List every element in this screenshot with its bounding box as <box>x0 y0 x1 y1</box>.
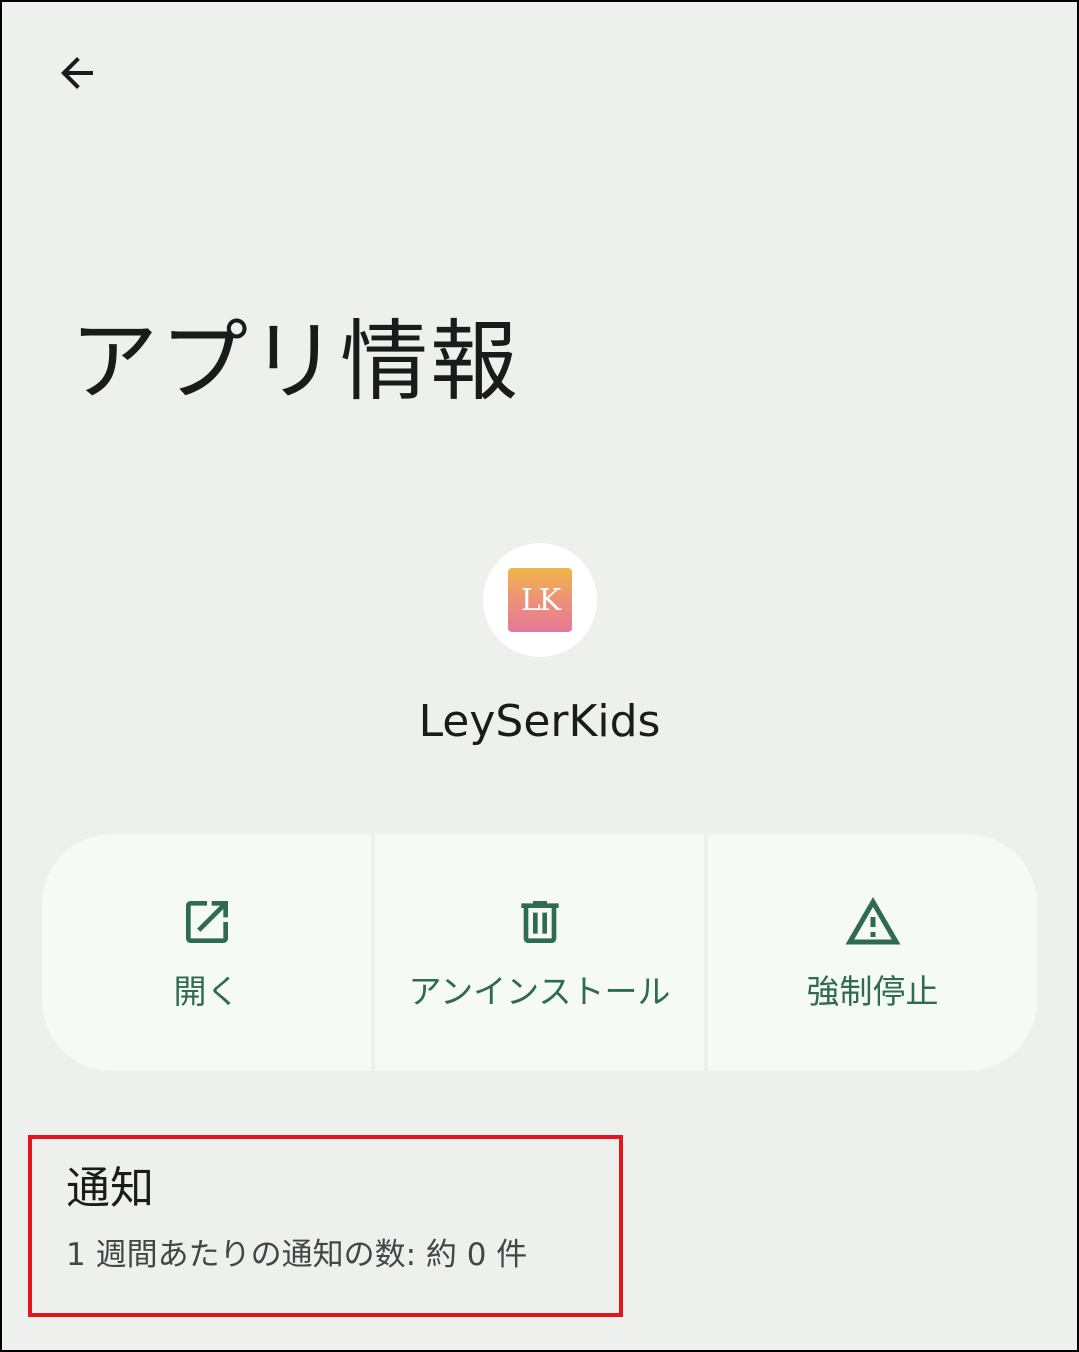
back-button[interactable] <box>42 40 112 110</box>
force-stop-label: 強制停止 <box>806 972 939 1011</box>
warning-icon <box>843 892 903 952</box>
notifications-title: 通知 <box>66 1163 154 1214</box>
page-title: アプリ情報 <box>70 310 521 413</box>
notifications-summary: 1 週間あたりの通知の数: 約 0 件 <box>66 1237 528 1273</box>
app-logo: LK <box>508 568 572 632</box>
uninstall-label: アンインストール <box>408 972 671 1011</box>
open-label: 開く <box>173 972 240 1011</box>
arrow-back-icon <box>53 49 101 101</box>
app-name: LeySerKids <box>418 696 661 747</box>
open-button[interactable]: 開く <box>42 834 371 1071</box>
uninstall-button[interactable]: アンインストール <box>375 834 704 1071</box>
action-bar: 開く アンインストール 強制停止 <box>42 834 1037 1071</box>
open-in-new-icon <box>177 892 237 952</box>
app-icon: LK <box>483 543 597 657</box>
force-stop-button[interactable]: 強制停止 <box>708 834 1037 1071</box>
app-info-screen: アプリ情報 LK LeySerKids 開く アンインストール 強制停止 通知 … <box>0 0 1079 1352</box>
notifications-item[interactable]: 通知 1 週間あたりの通知の数: 約 0 件 <box>28 1135 623 1317</box>
trash-icon <box>510 892 570 952</box>
